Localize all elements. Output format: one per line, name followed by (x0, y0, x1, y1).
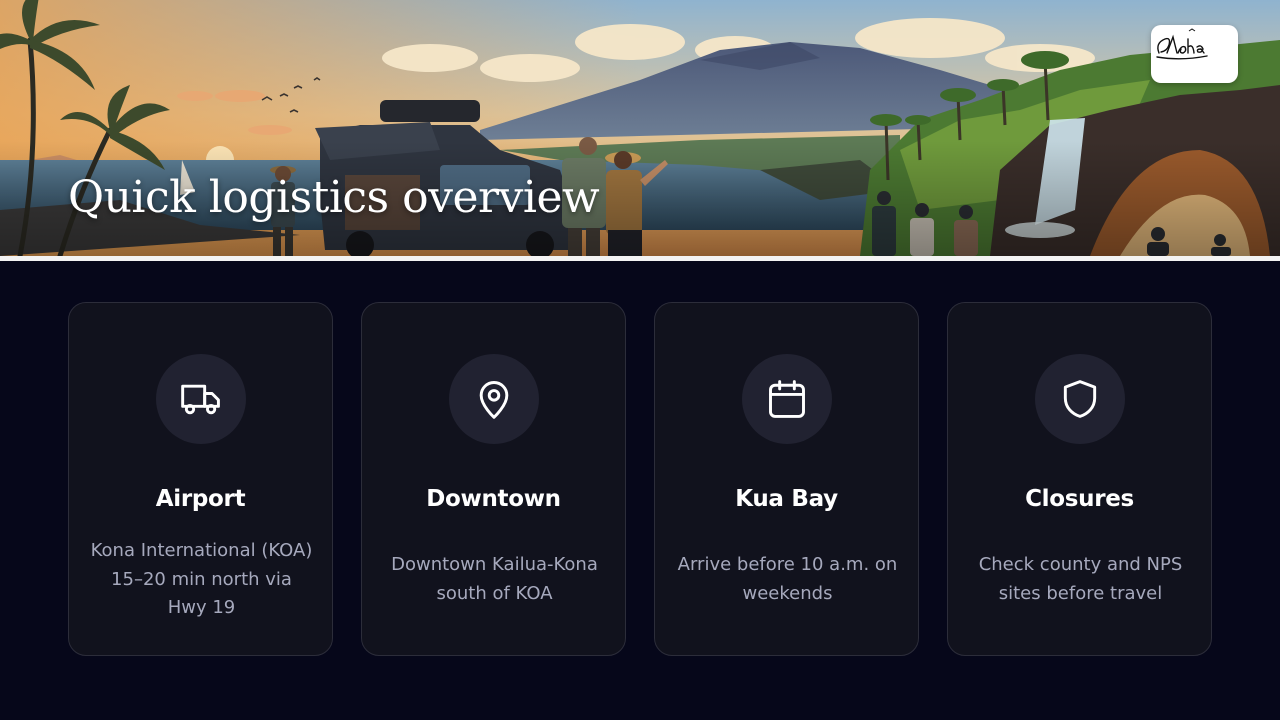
logistics-cards: Airport Kona International (KOA) 15–20 m… (68, 302, 1213, 656)
aloha-logo-icon (1156, 28, 1208, 60)
card-description: Kona International (KOA) 15–20 min north… (90, 540, 313, 618)
card-description: Downtown Kailua-Kona south of KOA (391, 554, 598, 604)
icon-circle (1035, 354, 1125, 444)
card-title: Downtown (426, 486, 561, 512)
page-title: Quick logistics overview (68, 172, 600, 223)
card-closures: Closures Check county and NPS sites befo… (947, 302, 1212, 656)
card-title: Airport (155, 486, 246, 512)
icon-circle (156, 354, 246, 444)
card-title: Kua Bay (735, 486, 838, 512)
hero-divider (0, 256, 1280, 261)
card-kua-bay: Kua Bay Arrive before 10 a.m. on weekend… (654, 302, 919, 656)
card-description: Arrive before 10 a.m. on weekends (677, 554, 898, 604)
card-airport: Airport Kona International (KOA) 15–20 m… (68, 302, 333, 656)
icon-circle (449, 354, 539, 444)
hero-banner: Quick logistics overview (0, 0, 1280, 256)
shield-icon (1063, 380, 1097, 418)
card-description: Check county and NPS sites before travel (978, 554, 1183, 604)
aloha-logo (1151, 25, 1238, 83)
map-pin-icon (479, 381, 509, 419)
calendar-icon (769, 380, 805, 418)
card-downtown: Downtown Downtown Kailua-Kona south of K… (361, 302, 626, 656)
truck-icon (181, 384, 220, 415)
card-title: Closures (1025, 486, 1134, 512)
icon-circle (742, 354, 832, 444)
